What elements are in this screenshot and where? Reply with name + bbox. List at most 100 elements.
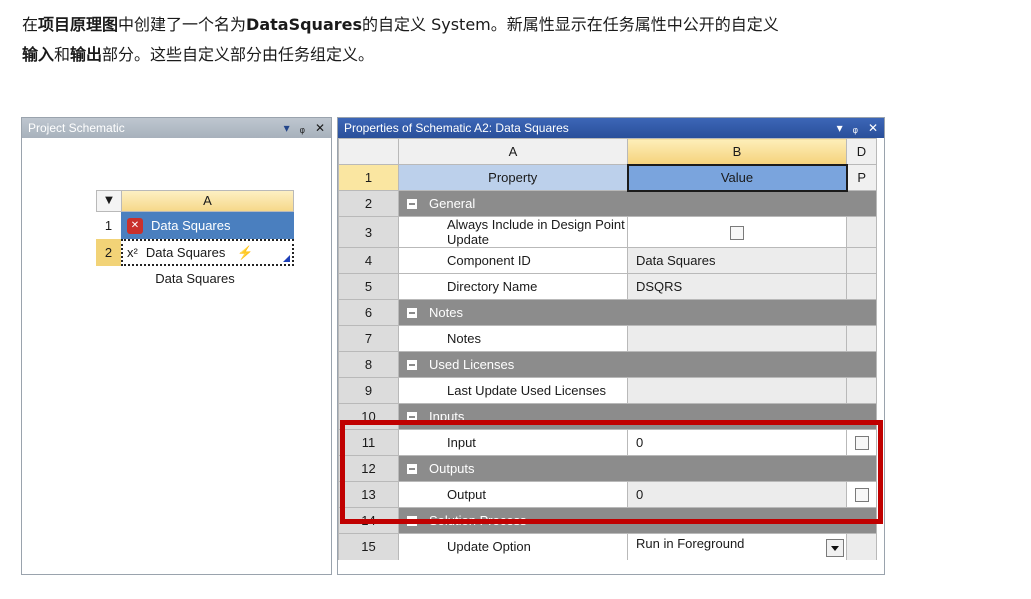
collapse-icon[interactable] xyxy=(407,516,417,526)
group-cell[interactable]: Solution Process xyxy=(398,507,877,534)
dropdown-arrow-icon[interactable]: ▾ xyxy=(284,121,290,135)
row-number: 14 xyxy=(338,507,399,534)
x-squared-icon: x² xyxy=(127,245,138,260)
group-row-solution-process[interactable]: 14 Solution Process xyxy=(338,507,877,534)
group-cell[interactable]: Inputs xyxy=(398,403,877,430)
group-row-general[interactable]: 2 General xyxy=(338,190,877,217)
corner-marker-icon xyxy=(283,255,290,262)
column-header-a[interactable]: A xyxy=(398,138,628,165)
column-header-d[interactable]: D xyxy=(846,138,877,165)
system-red-icon: ✕ xyxy=(127,217,143,234)
parameter-header-cell: P xyxy=(846,164,877,191)
system-cell-label: Data Squares xyxy=(151,218,231,233)
value-cell: Data Squares xyxy=(627,247,847,274)
project-schematic-pane: Project Schematic ▾ ᵩ ✕ ▼ A 1 ✕ Data Squar… xyxy=(21,117,332,575)
row-number: 5 xyxy=(338,273,399,300)
group-row-used-licenses[interactable]: 8 Used Licenses xyxy=(338,351,877,378)
properties-window-controls: ▾ ᵩ ✕ xyxy=(827,118,878,138)
row-number: 11 xyxy=(338,429,399,456)
collapse-icon[interactable] xyxy=(407,464,417,474)
row-number: 1 xyxy=(104,218,113,233)
row-number: 7 xyxy=(338,325,399,352)
update-option-select[interactable]: Run in Foreground xyxy=(627,533,847,560)
value-cell: DSQRS xyxy=(627,273,847,300)
system-row-2[interactable]: 2 x² Data Squares ⚡ xyxy=(96,239,294,266)
update-option-value: Run in Foreground xyxy=(636,536,745,552)
intro-text-segment: 部分。这些自定义部分由任务组定义。 xyxy=(102,45,375,64)
system-cell[interactable]: ✕ Data Squares xyxy=(121,212,294,239)
row-number: 2 xyxy=(96,239,121,266)
value-header-cell[interactable]: Value xyxy=(626,163,848,192)
checkbox[interactable] xyxy=(730,225,744,240)
row-number: 4 xyxy=(338,247,399,274)
system-caption[interactable]: Data Squares xyxy=(96,271,294,286)
intro-line-1: 在项目原理图中创建了一个名为DataSquares的自定义 System。新属性… xyxy=(22,10,1022,40)
row-number: 1 xyxy=(338,164,399,191)
close-icon[interactable]: ✕ xyxy=(868,121,878,135)
property-name: Component ID xyxy=(398,247,628,274)
collapse-icon[interactable] xyxy=(407,412,417,422)
table-row: 9 Last Update Used Licenses xyxy=(338,377,877,404)
row-number: 6 xyxy=(338,299,399,326)
table-row: 13 Output 0 xyxy=(338,481,877,508)
table-row: 15 Update Option Run in Foreground xyxy=(338,533,877,560)
property-name: Input xyxy=(398,429,628,456)
dropdown-arrow-icon[interactable] xyxy=(826,539,844,558)
value-cell[interactable] xyxy=(627,325,847,352)
chevron-down-icon[interactable]: ▼ xyxy=(97,191,122,211)
group-cell[interactable]: Outputs xyxy=(398,455,877,482)
group-cell[interactable]: Notes xyxy=(398,299,877,326)
parameter-cell xyxy=(846,216,877,248)
lightning-icon: ⚡ xyxy=(237,244,254,260)
properties-title-bar: Properties of Schematic A2: Data Squares… xyxy=(338,118,884,138)
column-header-row: A B D xyxy=(338,138,877,165)
row-number: 13 xyxy=(338,481,399,508)
parameter-checkbox[interactable] xyxy=(854,488,869,503)
column-header-b[interactable]: B xyxy=(627,138,847,165)
task-cell[interactable]: x² Data Squares ⚡ xyxy=(121,239,294,266)
row-number: 2 xyxy=(338,190,399,217)
group-row-notes[interactable]: 6 Notes xyxy=(338,299,877,326)
group-row-outputs[interactable]: 12 Outputs xyxy=(338,455,877,482)
group-label: Inputs xyxy=(429,409,465,424)
group-label: Solution Process xyxy=(429,513,527,528)
close-icon[interactable]: ✕ xyxy=(315,121,325,135)
collapse-icon[interactable] xyxy=(407,360,417,370)
property-name: Always Include in Design Point Update xyxy=(398,216,628,248)
parameter-cell xyxy=(846,273,877,300)
parameter-cell xyxy=(846,377,877,404)
intro-text-segment: 中创建了一个名为 xyxy=(118,15,247,34)
schematic-window-controls: ▾ ᵩ ✕ xyxy=(274,118,325,138)
intro-text: 在项目原理图中创建了一个名为DataSquares的自定义 System。新属性… xyxy=(22,10,1022,70)
parameter-cell xyxy=(846,247,877,274)
value-cell xyxy=(627,377,847,404)
properties-pane: Properties of Schematic A2: Data Squares… xyxy=(337,117,885,575)
value-cell xyxy=(627,216,847,248)
table-row: 7 Notes xyxy=(338,325,877,352)
properties-table: A B D 1 Property Value P 2 General 3 Alw… xyxy=(338,138,877,560)
group-cell[interactable]: Used Licenses xyxy=(398,351,877,378)
row-number: 10 xyxy=(338,403,399,430)
collapse-icon[interactable] xyxy=(407,308,417,318)
parameter-checkbox[interactable] xyxy=(854,436,869,451)
group-row-inputs[interactable]: 10 Inputs xyxy=(338,403,877,430)
table-row: 3 Always Include in Design Point Update xyxy=(338,216,877,248)
intro-bold-term: 输入 xyxy=(22,45,55,64)
group-cell[interactable]: General xyxy=(398,190,877,217)
system-row-1[interactable]: 1 ✕ Data Squares xyxy=(96,212,294,239)
dropdown-arrow-icon[interactable]: ▾ xyxy=(837,121,843,135)
row-number: 12 xyxy=(338,455,399,482)
collapse-icon[interactable] xyxy=(407,199,417,210)
intro-line-2: 输入和输出部分。这些自定义部分由任务组定义。 xyxy=(22,40,1022,70)
input-value-field[interactable]: 0 xyxy=(627,429,847,456)
row-number: 8 xyxy=(338,351,399,378)
output-value-field: 0 xyxy=(627,481,847,508)
corner-cell xyxy=(338,138,399,165)
property-name: Output xyxy=(398,481,628,508)
system-block[interactable]: ▼ A 1 ✕ Data Squares 2 x² Data Squares ⚡… xyxy=(96,190,294,286)
schematic-title-bar: Project Schematic ▾ ᵩ ✕ xyxy=(22,118,331,138)
schematic-title: Project Schematic xyxy=(28,121,125,135)
pin-icon[interactable]: ᵩ xyxy=(300,121,305,135)
pin-icon[interactable]: ᵩ xyxy=(853,121,858,135)
group-label: Used Licenses xyxy=(429,357,515,372)
